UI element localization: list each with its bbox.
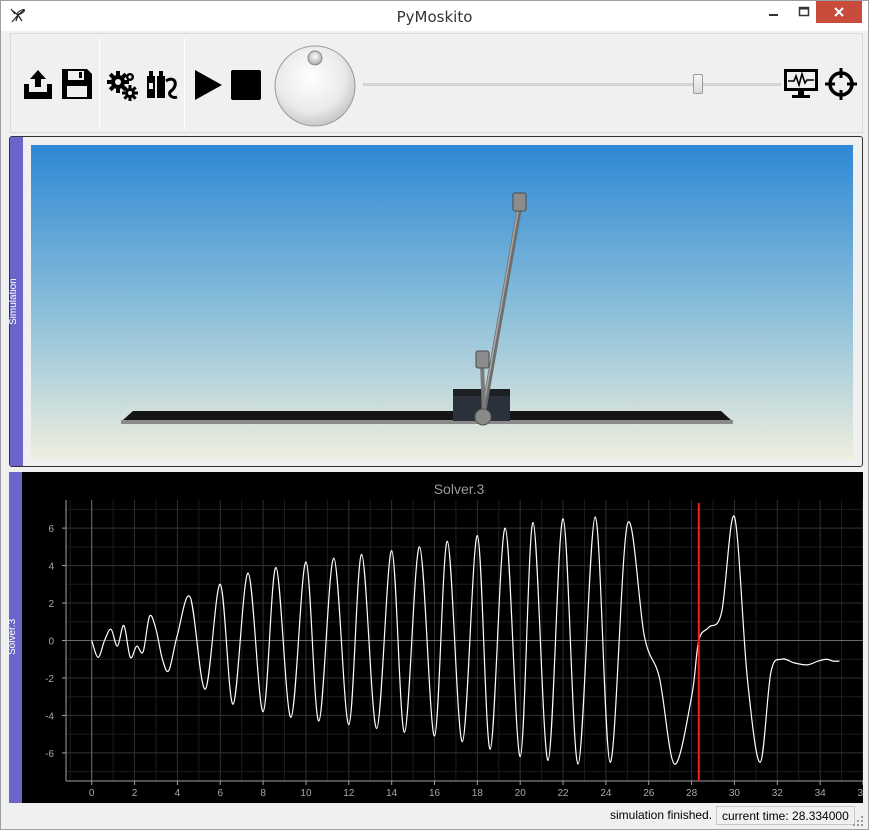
x-tick-label: 34: [815, 788, 827, 799]
toolbar: [10, 33, 863, 133]
time-slider[interactable]: [363, 74, 781, 94]
x-tick-label: 18: [472, 788, 484, 799]
simulation-3d-view[interactable]: [31, 145, 853, 459]
x-tick-label: 22: [557, 788, 569, 799]
plot-dock-label: Solver.3: [7, 618, 18, 656]
x-tick-label: 4: [175, 788, 181, 799]
x-tick-label: 28: [686, 788, 698, 799]
short-pendulum-weight: [475, 350, 490, 369]
x-tick-label: 0: [89, 788, 95, 799]
toolbar-separator: [99, 38, 100, 130]
settings-icon[interactable]: [107, 69, 139, 101]
experiment-icon[interactable]: [145, 69, 179, 101]
status-message: simulation finished.: [610, 808, 713, 822]
status-current-time: current time: 28.334000: [716, 806, 855, 825]
close-button[interactable]: [816, 1, 862, 23]
minimize-button[interactable]: [759, 1, 789, 23]
close-icon: [834, 7, 844, 17]
title-bar[interactable]: PyMoskito: [1, 1, 868, 31]
toolbar-separator: [184, 38, 185, 130]
long-pendulum-weight: [512, 192, 527, 212]
status-bar: simulation finished. current time: 28.33…: [1, 805, 868, 829]
y-tick-label: 6: [48, 524, 54, 535]
stop-icon[interactable]: [230, 69, 262, 101]
y-tick-label: 0: [48, 637, 54, 648]
x-tick-label: 36: [857, 788, 863, 799]
x-tick-label: 14: [386, 788, 398, 799]
plot-dock-tab[interactable]: Solver.3: [7, 472, 22, 803]
x-tick-label: 24: [600, 788, 612, 799]
maximize-icon: [798, 6, 810, 17]
load-icon[interactable]: [21, 67, 55, 101]
app-window: PyMoskito Simulation Solver.3 Solver.3 0…: [0, 0, 869, 830]
simulation-dock-label: Simulation: [8, 278, 19, 326]
x-tick-label: 20: [515, 788, 527, 799]
x-tick-label: 2: [132, 788, 138, 799]
y-tick-label: 4: [48, 562, 54, 573]
y-tick-label: -2: [45, 674, 54, 685]
rail-top: [123, 411, 731, 420]
resize-grip-icon[interactable]: [852, 815, 864, 827]
x-tick-label: 8: [260, 788, 266, 799]
y-tick-label: -4: [45, 711, 54, 722]
x-tick-label: 26: [643, 788, 655, 799]
speed-dial[interactable]: [273, 44, 357, 128]
plot-area[interactable]: Solver.3 0 2 4 6 8 10 12 14 16 18 20 22 24 26 28 30 32 34…: [22, 472, 863, 803]
x-tick-label: 6: [217, 788, 223, 799]
slider-handle[interactable]: [693, 74, 703, 94]
save-icon[interactable]: [60, 67, 94, 101]
plot-axes: [62, 500, 863, 785]
simulation-dock: Simulation: [8, 136, 863, 467]
rail-edge: [121, 420, 733, 424]
simulation-dock-tab[interactable]: Simulation: [8, 137, 23, 466]
play-icon[interactable]: [193, 68, 225, 102]
y-tick-label: -6: [45, 749, 54, 760]
short-pendulum-rod: [480, 362, 486, 416]
minimize-icon: [769, 14, 778, 16]
monitor-icon[interactable]: [783, 68, 819, 100]
long-pendulum-rod: [480, 204, 523, 416]
window-title: PyMoskito: [396, 8, 473, 26]
x-tick-label: 16: [429, 788, 441, 799]
x-tick-label: 12: [343, 788, 355, 799]
target-icon[interactable]: [824, 67, 858, 101]
x-tick-label: 30: [729, 788, 741, 799]
x-tick-label: 10: [300, 788, 312, 799]
pendulum-scene: [121, 192, 733, 426]
plot-title: Solver.3: [434, 481, 485, 497]
pendulum-joint: [474, 408, 492, 426]
slider-groove: [363, 83, 781, 86]
maximize-button[interactable]: [789, 1, 819, 23]
plot-dock: Solver.3 Solver.3 0 2 4 6 8 10 12 14 16 18 20 22 24 2…: [7, 472, 863, 803]
x-tick-label: 32: [772, 788, 784, 799]
long-pendulum-rod-highlight: [481, 204, 520, 416]
y-tick-label: 2: [48, 599, 54, 610]
